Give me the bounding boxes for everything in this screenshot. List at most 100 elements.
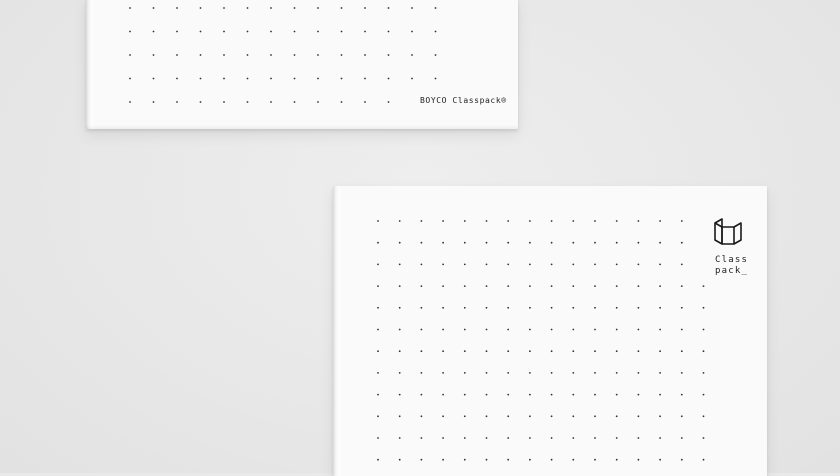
grid-dot	[317, 54, 319, 56]
grid-dot	[659, 458, 661, 461]
grid-dot	[485, 350, 488, 353]
grid-dot	[550, 241, 553, 244]
grid-dot	[340, 77, 343, 80]
grid-dot	[317, 101, 319, 103]
grid-dot	[550, 220, 553, 222]
grid-dot	[387, 54, 390, 56]
grid-dot	[176, 54, 178, 56]
grid-dot	[152, 54, 155, 56]
grid-dot	[637, 437, 640, 439]
grid-dot	[485, 458, 488, 461]
grid-dot	[507, 285, 510, 287]
grid-dot	[529, 437, 531, 439]
grid-dot	[463, 285, 466, 287]
grid-dot	[411, 54, 413, 56]
grid-dot	[387, 77, 390, 80]
grid-dot	[594, 220, 596, 222]
grid-dot	[659, 285, 661, 287]
grid-dot	[680, 415, 683, 418]
grid-dot	[420, 437, 423, 439]
grid-dot	[637, 458, 640, 461]
grid-dot	[364, 101, 366, 103]
grid-dot	[420, 241, 423, 244]
grid-dot	[411, 77, 413, 80]
grid-dot	[398, 220, 401, 222]
grid-dot	[507, 263, 510, 266]
grid-dot	[680, 263, 683, 266]
grid-dot	[377, 263, 379, 266]
grid-dot	[387, 7, 390, 9]
grid-dot	[637, 393, 640, 396]
grid-dot	[572, 458, 575, 461]
grid-dot	[529, 220, 531, 222]
grid-dot	[293, 101, 296, 103]
grid-dot	[485, 372, 488, 374]
grid-dot	[485, 393, 488, 396]
classpack-logo: Class pack_	[715, 255, 748, 277]
grid-dot	[637, 285, 640, 287]
grid-dot	[594, 437, 596, 439]
grid-dot	[398, 415, 401, 418]
logo-text-line: pack_	[715, 266, 749, 276]
grid-dot	[680, 350, 683, 353]
grid-dot	[463, 306, 466, 309]
grid-dot	[637, 415, 640, 418]
grid-dot	[246, 101, 249, 103]
grid-dot	[507, 328, 510, 331]
grid-dot	[550, 263, 553, 266]
grid-dot	[463, 393, 466, 396]
grid-dot	[152, 30, 155, 33]
grid-dot	[529, 285, 531, 287]
grid-dot	[594, 241, 596, 244]
grid-dot	[246, 30, 249, 33]
grid-dot	[398, 393, 401, 396]
grid-dot	[594, 328, 596, 331]
grid-dot	[199, 54, 202, 56]
grid-dot	[529, 393, 531, 396]
grid-dot	[176, 101, 178, 103]
grid-dot	[411, 30, 413, 33]
grid-dot	[637, 263, 640, 266]
grid-dot	[594, 415, 596, 418]
grid-dot	[702, 458, 705, 461]
grid-dot	[507, 220, 510, 222]
grid-dot	[485, 220, 488, 222]
grid-dot	[485, 241, 488, 244]
grid-dot	[529, 328, 531, 331]
grid-dot	[615, 437, 618, 439]
grid-dot	[615, 220, 618, 222]
grid-dot	[420, 263, 423, 266]
grid-dot	[463, 241, 466, 244]
grid-dot	[659, 393, 661, 396]
grid-dot	[176, 30, 178, 33]
grid-dot	[680, 220, 683, 222]
grid-dot	[594, 372, 596, 374]
grid-dot	[572, 328, 575, 331]
grid-dot	[364, 77, 366, 80]
grid-dot	[152, 7, 155, 9]
grid-dot	[507, 306, 510, 309]
grid-dot	[485, 306, 488, 309]
grid-dot	[615, 393, 618, 396]
grid-dot	[420, 306, 423, 309]
grid-dot	[507, 458, 510, 461]
grid-dot	[152, 77, 155, 80]
grid-dot	[377, 328, 379, 331]
grid-dot	[270, 77, 272, 80]
grid-dot	[340, 7, 343, 9]
grid-dot	[594, 285, 596, 287]
grid-dot	[702, 285, 705, 287]
grid-dot	[659, 437, 661, 439]
grid-dot	[572, 306, 575, 309]
grid-dot	[377, 372, 379, 374]
grid-dot	[463, 328, 466, 331]
grid-dot	[702, 306, 705, 309]
grid-dot	[529, 263, 531, 266]
grid-dot	[529, 415, 531, 418]
grid-dot	[377, 458, 379, 461]
grid-dot	[463, 458, 466, 461]
grid-dot	[485, 437, 488, 439]
grid-dot	[463, 263, 466, 266]
grid-dot	[442, 306, 444, 309]
grid-dot	[377, 285, 379, 287]
